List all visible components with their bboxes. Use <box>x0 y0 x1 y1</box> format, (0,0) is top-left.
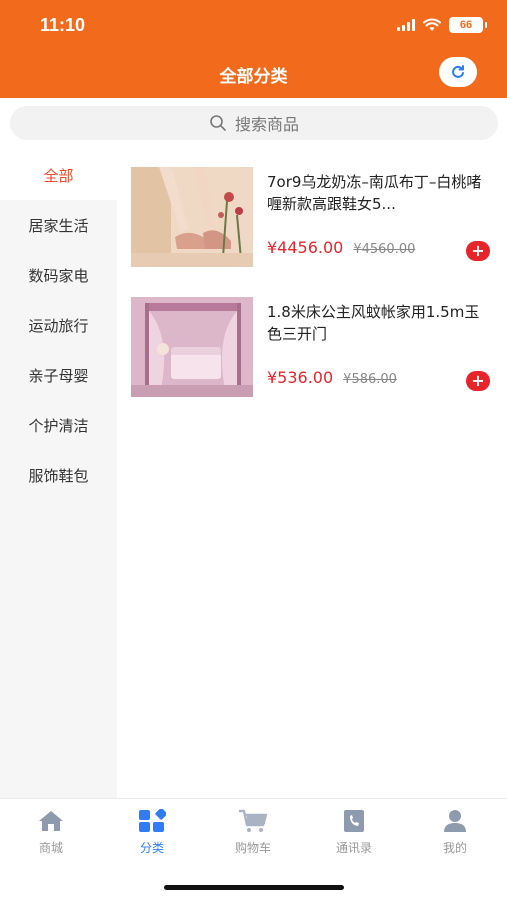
product-image-shoes[interactable] <box>131 167 253 267</box>
product-name: 7or9乌龙奶冻–南瓜布丁–白桃啫喱新款高跟鞋女5... <box>267 173 482 213</box>
product-name: 1.8米床公主风蚊帐家用1.5m玉色三开门 <box>267 303 480 343</box>
tab-label: 分类 <box>139 841 164 855</box>
product-card[interactable]: 7or9乌龙奶冻–南瓜布丁–白桃啫喱新款高跟鞋女5... ¥4456.00 ¥4… <box>131 167 496 269</box>
status-icons: 66 <box>397 17 487 33</box>
product-original-price: ¥4560.00 <box>353 242 416 257</box>
home-icon <box>39 811 63 831</box>
sidebar-item-sports-travel[interactable]: 运动旅行 <box>0 300 117 350</box>
cart-icon <box>239 809 268 832</box>
price-row: ¥536.00 ¥586.00 <box>267 368 397 387</box>
sidebar-item-apparel-bags[interactable]: 服饰鞋包 <box>0 450 117 500</box>
refresh-button[interactable] <box>439 57 477 87</box>
wifi-icon <box>423 18 441 31</box>
battery-icon: 66 <box>449 17 487 33</box>
tab-category[interactable]: 分类 <box>112 809 192 856</box>
search-placeholder: 搜索商品 <box>234 115 299 134</box>
product-price: ¥4456.00 <box>267 238 344 257</box>
category-sidebar: 全部 居家生活 数码家电 运动旅行 亲子母婴 个护清洁 服饰鞋包 <box>0 150 117 798</box>
price-row: ¥4456.00 ¥4560.00 <box>267 238 415 257</box>
refresh-icon <box>452 65 464 78</box>
top-header: 11:10 66 全部分类 <box>0 0 507 98</box>
search-icon <box>210 115 226 131</box>
sidebar-item-parent-baby[interactable]: 亲子母婴 <box>0 350 117 400</box>
tab-cart[interactable]: 购物车 <box>213 809 293 856</box>
product-original-price: ¥586.00 <box>343 372 397 387</box>
tab-label: 我的 <box>442 841 467 855</box>
product-card[interactable]: 1.8米床公主风蚊帐家用1.5m玉色三开门 ¥536.00 ¥586.00 + <box>131 297 496 399</box>
tab-label: 购物车 <box>234 841 271 855</box>
add-to-cart-button[interactable]: + <box>466 241 490 261</box>
product-list: 7or9乌龙奶冻–南瓜布丁–白桃啫喱新款高跟鞋女5... ¥4456.00 ¥4… <box>117 150 507 798</box>
product-price: ¥536.00 <box>267 368 334 387</box>
home-indicator <box>164 885 344 890</box>
tab-profile[interactable]: 我的 <box>415 809 495 856</box>
contacts-icon <box>344 810 364 832</box>
status-time: 11:10 <box>40 15 86 35</box>
category-icon <box>139 809 166 832</box>
sidebar-item-digital-appliances[interactable]: 数码家电 <box>0 250 117 300</box>
plus-icon: + <box>471 371 485 390</box>
product-image-mosquito-net[interactable] <box>131 297 253 397</box>
search-input[interactable]: 搜索商品 <box>10 106 498 140</box>
tab-contacts[interactable]: 通讯录 <box>314 809 394 856</box>
plus-icon: + <box>471 241 485 260</box>
tab-mall[interactable]: 商城 <box>11 809 91 856</box>
tab-label: 通讯录 <box>335 841 372 855</box>
sidebar-item-personal-care[interactable]: 个护清洁 <box>0 400 117 450</box>
sidebar-item-home-living[interactable]: 居家生活 <box>0 200 117 250</box>
tab-label: 商城 <box>38 841 63 855</box>
page-title: 全部分类 <box>219 67 288 87</box>
cellular-signal-icon <box>397 19 415 31</box>
sidebar-item-all[interactable]: 全部 <box>0 150 117 200</box>
add-to-cart-button[interactable]: + <box>466 371 490 391</box>
profile-icon <box>444 810 466 832</box>
